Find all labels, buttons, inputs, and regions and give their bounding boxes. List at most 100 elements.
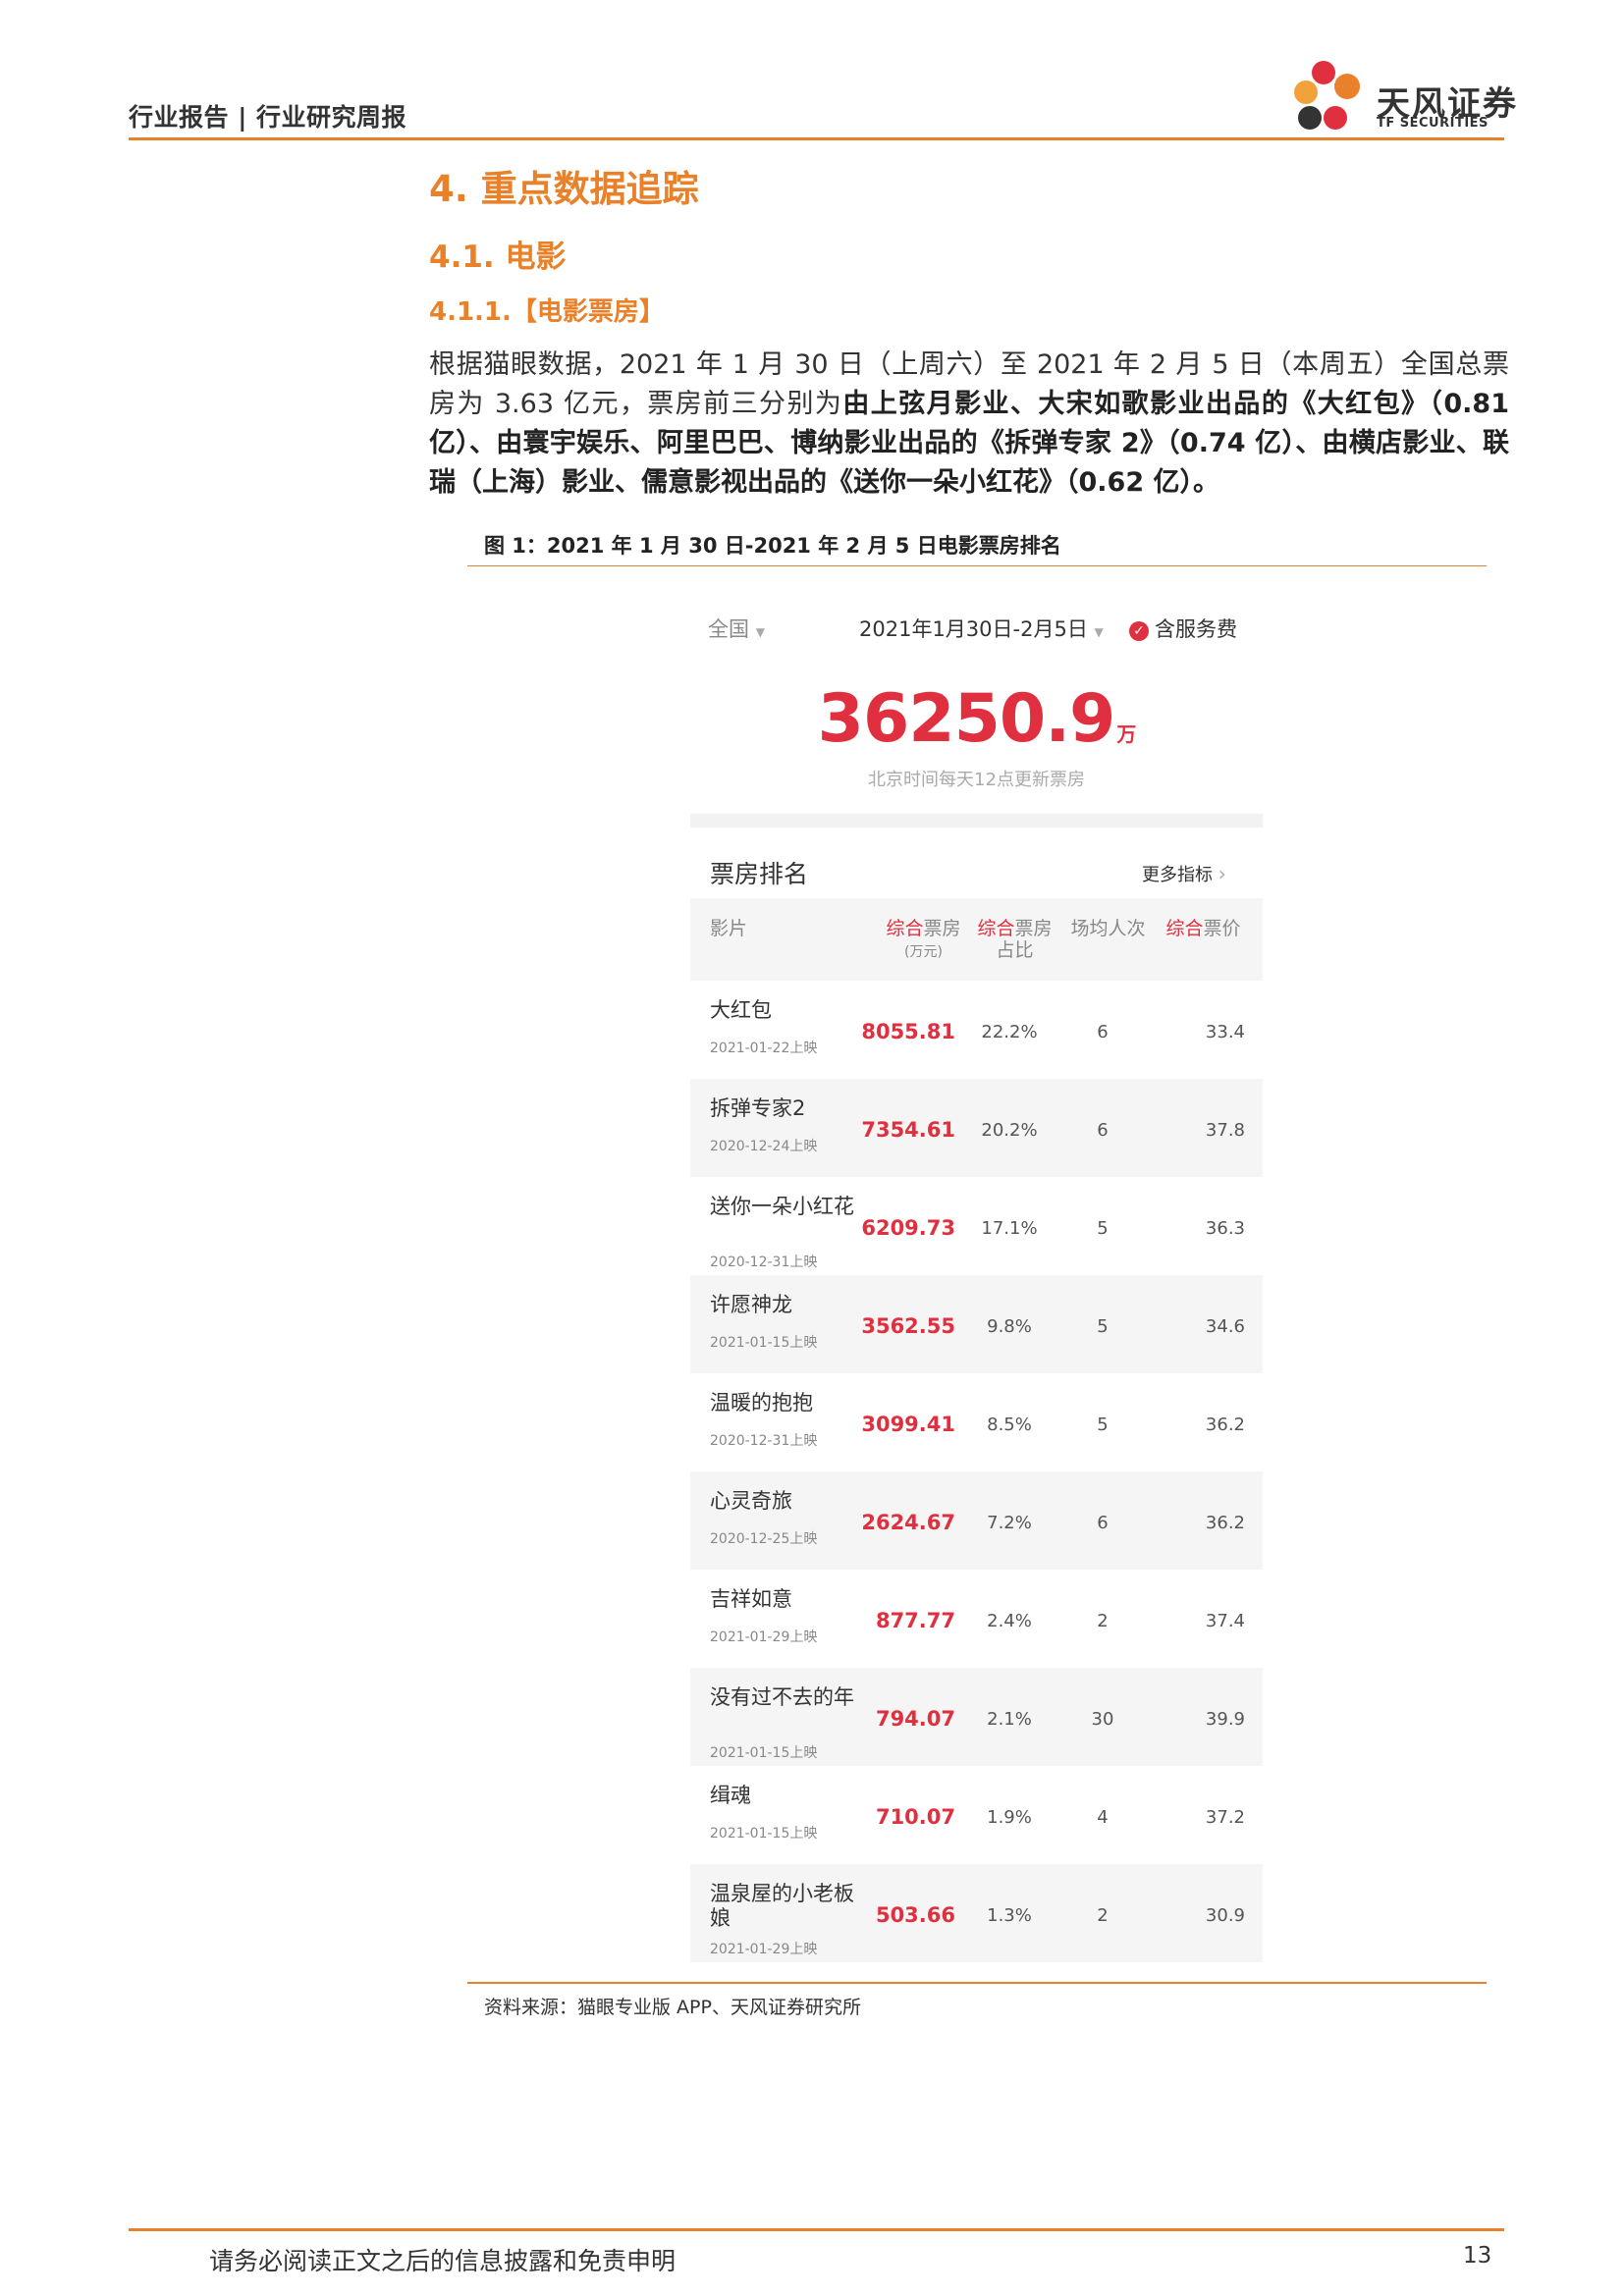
avg-ticket-price: 37.2 [1205,1807,1245,1828]
avg-attendance: 5 [1097,1218,1109,1239]
figure-top-rule [467,565,1487,566]
film-name: 缉魂 [710,1784,751,1807]
subsection-heading: 4.1. 电影 [429,240,567,275]
film-name: 温泉屋的小老板娘 [710,1882,854,1930]
film-name: 温暖的抱抱 [710,1391,813,1415]
page-number: 13 [1463,2243,1492,2269]
release-date: 2021-01-15上映 [710,1745,818,1761]
box-office-value: 6209.73 [861,1216,955,1240]
date-range-selector[interactable]: 2021年1月30日-2月5日 ▼ [859,614,1104,643]
region-selector[interactable]: 全国 ▼ [708,614,765,643]
ranking-title: 票房排名 [710,860,809,888]
avg-ticket-price: 37.4 [1205,1611,1245,1631]
film-name: 没有过不去的年 [710,1685,854,1709]
figure-source: 资料来源：猫眼专业版 APP、天风证券研究所 [484,1997,861,2018]
dropdown-caret-icon: ▼ [755,625,765,639]
table-row[interactable]: 许愿神龙 2021-01-15上映 3562.55 9.8% 5 34.6 [690,1275,1263,1373]
table-row[interactable]: 吉祥如意 2021-01-29上映 877.77 2.4% 2 37.4 [690,1570,1263,1668]
col-box-office[interactable]: 综合票房 (万元) [867,918,980,963]
service-fee-toggle[interactable]: ✓ 含服务费 [1129,614,1237,643]
date-range-label: 2021年1月30日-2月5日 [859,617,1088,641]
check-circle-icon: ✓ [1129,621,1149,641]
film-name: 心灵奇旅 [710,1489,792,1513]
logo-petal-icon [1298,106,1322,130]
col-price[interactable]: 综合票价 [1157,918,1250,939]
film-name: 吉祥如意 [710,1587,792,1611]
footer-divider [129,2228,1504,2231]
avg-attendance: 5 [1097,1316,1109,1337]
table-row[interactable]: 没有过不去的年 2021-01-15上映 794.07 2.1% 30 39.9 [690,1668,1263,1766]
logo-subtitle: TF SECURITIES [1377,116,1489,131]
app-screenshot: 全国 ▼ 2021年1月30日-2月5日 ▼ ✓ 含服务费 36250.9 万 北京… [690,582,1263,1974]
release-date: 2021-01-29上映 [710,1629,818,1645]
col-box-office-suffix: 票房 [923,918,961,939]
col-film: 影片 [710,918,748,939]
more-metrics-link[interactable]: 更多指标 › [1142,861,1226,886]
total-unit: 万 [1116,722,1136,746]
release-date: 2021-01-15上映 [710,1335,818,1351]
dropdown-caret-icon: ▼ [1094,625,1104,639]
box-office-value: 2624.67 [861,1511,955,1534]
figure-bottom-rule [467,1982,1487,1984]
avg-ticket-price: 36.2 [1205,1513,1245,1533]
avg-attendance: 30 [1091,1709,1114,1730]
footer-disclaimer: 请务必阅读正文之后的信息披露和免责申明 [209,2247,677,2275]
box-office-value: 3099.41 [861,1413,955,1436]
update-note: 北京时间每天12点更新票房 [868,770,1085,790]
avg-ticket-price: 33.4 [1205,1022,1245,1042]
avg-ticket-price: 36.3 [1205,1218,1245,1239]
avg-attendance: 6 [1097,1513,1109,1533]
release-date: 2020-12-31上映 [710,1433,818,1449]
subsubsection-heading: 4.1.1.【电影票房】 [429,297,665,327]
table-row[interactable]: 大红包 2021-01-22上映 8055.81 22.2% 6 33.4 [690,981,1263,1079]
total-box-office: 36250.9 万 [690,680,1263,758]
col-share-line2: 占比 [996,939,1034,961]
col-box-office-prefix: 综合 [886,918,924,939]
box-office-share: 22.2% [981,1022,1038,1042]
figure-title: 图 1：2021 年 1 月 30 日-2021 年 2 月 5 日电影票房排名 [484,534,1061,558]
table-row[interactable]: 拆弹专家2 2020-12-24上映 7354.61 20.2% 6 37.8 [690,1079,1263,1177]
service-fee-label: 含服务费 [1155,617,1237,641]
box-office-value: 794.07 [875,1707,955,1731]
box-office-value: 710.07 [875,1805,955,1829]
film-name: 拆弹专家2 [710,1096,806,1120]
release-date: 2020-12-31上映 [710,1255,818,1270]
table-row[interactable]: 送你一朵小红花 2020-12-31上映 6209.73 17.1% 5 36.3 [690,1177,1263,1275]
box-office-share: 2.4% [987,1611,1032,1631]
section-heading: 4. 重点数据追踪 [429,168,699,210]
col-avg-attendance[interactable]: 场均人次 [1061,918,1155,939]
box-office-share: 1.3% [987,1905,1032,1926]
logo-petal-icon [1312,61,1335,84]
film-name: 送你一朵小红花 [710,1195,854,1218]
avg-ticket-price: 36.2 [1205,1415,1245,1435]
more-metrics-label: 更多指标 [1142,865,1213,885]
box-office-value: 503.66 [875,1903,955,1927]
table-row[interactable]: 心灵奇旅 2020-12-25上映 2624.67 7.2% 6 36.2 [690,1471,1263,1570]
col-box-office-unit: (万元) [904,944,943,960]
table-row[interactable]: 缉魂 2021-01-15上映 710.07 1.9% 4 37.2 [690,1766,1263,1864]
avg-attendance: 2 [1097,1905,1109,1926]
logo-petal-icon [1334,74,1360,99]
release-date: 2020-12-25上映 [710,1531,818,1547]
film-name: 大红包 [710,998,772,1022]
chevron-right-icon: › [1218,862,1226,885]
body-paragraph: 根据猫眼数据，2021 年 1 月 30 日（上周六）至 2021 年 2 月 … [429,346,1509,503]
box-office-share: 2.1% [987,1709,1032,1730]
report-breadcrumb: 行业报告 | 行业研究周报 [129,103,407,132]
col-price-prefix: 综合 [1165,918,1204,939]
release-date: 2021-01-22上映 [710,1041,818,1056]
logo-petal-icon [1294,80,1318,104]
table-header: 影片 综合票房 (万元) 综合票房 占比 场均人次 综合票价 [690,898,1263,981]
box-office-share: 8.5% [987,1415,1032,1435]
section-separator [690,814,1263,828]
box-office-share: 20.2% [981,1120,1038,1141]
avg-attendance: 6 [1097,1022,1109,1042]
release-date: 2020-12-24上映 [710,1139,818,1154]
region-label: 全国 [708,617,749,641]
table-row[interactable]: 温泉屋的小老板娘 2021-01-29上映 503.66 1.3% 2 30.9 [690,1864,1263,1962]
avg-attendance: 2 [1097,1611,1109,1631]
release-date: 2021-01-15上映 [710,1826,818,1842]
box-office-share: 1.9% [987,1807,1032,1828]
col-share[interactable]: 综合票房 占比 [968,918,1061,961]
table-row[interactable]: 温暖的抱抱 2020-12-31上映 3099.41 8.5% 5 36.2 [690,1373,1263,1471]
